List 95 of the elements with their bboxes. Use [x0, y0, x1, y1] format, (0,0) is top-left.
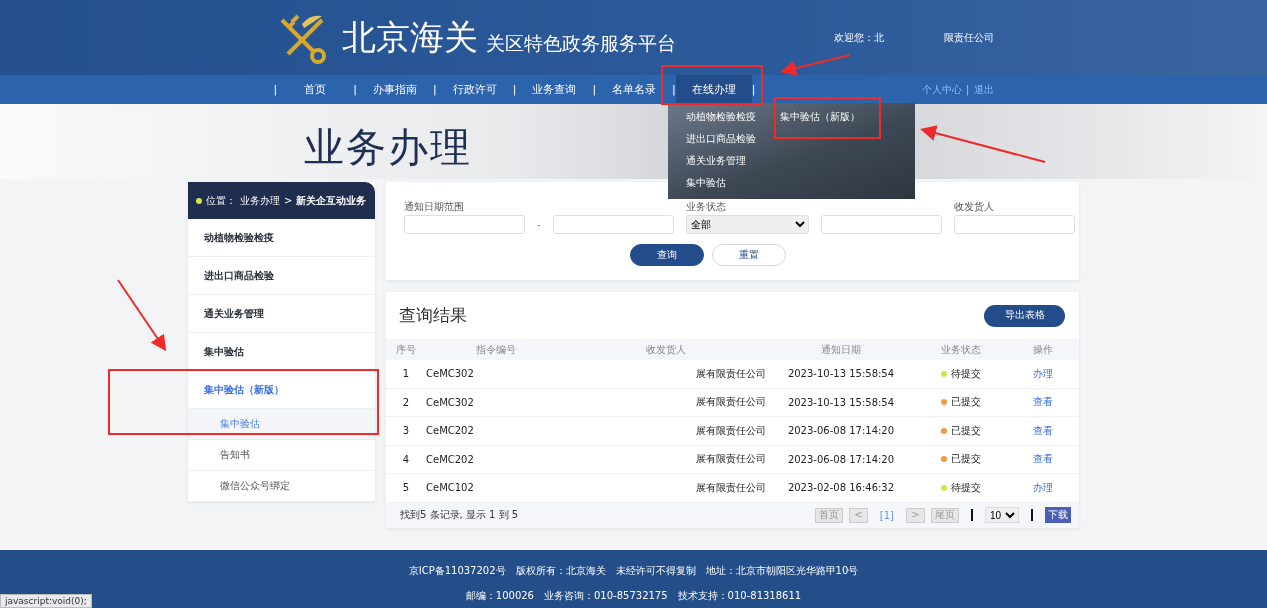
table-cell: 3: [386, 417, 426, 446]
nav-item[interactable]: 名单名录: [596, 75, 673, 104]
breadcrumb-link[interactable]: 业务办理: [240, 193, 280, 208]
consignee-field[interactable]: [953, 215, 1075, 234]
annotation-arrow: [780, 54, 851, 76]
record-summary: 找到5 条记录, 显示 1 到 5: [400, 508, 519, 522]
site-name: 北京海关: [341, 15, 478, 59]
page-size-select[interactable]: 10: [985, 507, 1019, 523]
download-button[interactable]: 下载: [1045, 507, 1071, 523]
nav-separator: |: [432, 82, 437, 98]
search-button[interactable]: 查询: [629, 244, 704, 266]
field-label: 业务状态: [685, 200, 727, 213]
column-header: 指令编号: [426, 339, 566, 360]
nav-item[interactable]: 行政许可: [436, 75, 513, 104]
table-cell: 2023-10-13 15:58:54: [766, 388, 916, 417]
column-header: 收发货人: [566, 339, 766, 360]
breadcrumb-separator: >: [284, 195, 293, 206]
reset-button[interactable]: 重置: [711, 244, 786, 266]
footer-text: 京ICP备11037202号 版权所有：北京海关 未经许可不得复制 地址：北京市朝阳区光华路甲10号: [408, 563, 859, 578]
results-title: 查询结果: [399, 304, 467, 327]
menu-item[interactable]: 集中验估: [686, 172, 756, 194]
nav-separator: |: [512, 82, 517, 98]
table-cell: 4: [386, 445, 426, 474]
sidebar-subitem[interactable]: 微信公众号绑定: [188, 471, 375, 502]
input-field[interactable]: [820, 215, 942, 234]
table-cell: 展有限责任公司: [566, 417, 766, 446]
nav-separator: |: [273, 82, 278, 98]
column-header: 业务状态: [916, 339, 1006, 360]
column-header: 操作: [1006, 339, 1079, 360]
column-header: 序号: [386, 339, 426, 360]
table-cell: 2023-02-08 16:46:32: [766, 474, 916, 503]
browser-status-text: javascript:void(0);: [0, 594, 92, 608]
table-cell: 2023-06-08 17:14:20: [766, 445, 916, 474]
nav-separator: |: [672, 82, 676, 98]
status-text: 已提交: [951, 395, 981, 410]
action-link[interactable]: 查看: [1032, 395, 1053, 410]
nav-separator: |: [592, 82, 597, 98]
table-cell: CeMC102: [426, 474, 566, 503]
table-cell: 2: [386, 388, 426, 417]
range-dash: -: [537, 218, 541, 230]
menu-item[interactable]: 动植物检验检疫: [686, 106, 756, 128]
sidebar-item[interactable]: 进出口商品检验: [188, 257, 375, 295]
table-cell: 展有限责任公司: [566, 360, 766, 389]
hero-title: 业务办理: [303, 123, 472, 172]
sidebar-item[interactable]: 动植物检验检疫: [188, 219, 375, 257]
status-select[interactable]: 全部: [685, 215, 809, 234]
nav-item[interactable]: 业务查询: [516, 75, 593, 104]
table-cell: 展有限责任公司: [566, 445, 766, 474]
table-cell: 2023-06-08 17:14:20: [766, 417, 916, 446]
sidebar-subitem[interactable]: 集中验估: [188, 409, 375, 440]
nav-separator: |: [751, 82, 756, 98]
action-link[interactable]: 办理: [1032, 366, 1053, 381]
action-link[interactable]: 办理: [1032, 480, 1053, 495]
nav-separator: |: [353, 82, 357, 98]
status-text: 已提交: [951, 452, 981, 467]
table-cell: CeMC202: [426, 445, 566, 474]
table-cell: 展有限责任公司: [566, 388, 766, 417]
table-cell: 5: [386, 474, 426, 503]
link-separator: |: [965, 83, 970, 96]
table-cell: 1: [386, 360, 426, 389]
sidebar-item[interactable]: 集中验估: [188, 333, 375, 371]
menu-item[interactable]: 通关业务管理: [686, 150, 756, 172]
table-cell: 2023-10-13 15:58:54: [766, 360, 916, 389]
nav-item[interactable]: 首页: [277, 75, 354, 104]
page-link[interactable]: [1]: [879, 509, 894, 521]
user-link[interactable]: 退出: [973, 82, 994, 97]
footer-text: 邮编：100026 业务咨询：010-85732175 技术支持：010-81318611: [465, 588, 802, 603]
sidebar-item[interactable]: 通关业务管理: [188, 295, 375, 333]
user-link[interactable]: 个人中心: [921, 82, 962, 97]
breadcrumb-current: 新关企互动业务: [296, 193, 367, 208]
status-text: 待提交: [951, 366, 981, 381]
nav-item[interactable]: 办事指南: [356, 75, 433, 104]
action-link[interactable]: 查看: [1032, 452, 1053, 467]
date-end-field[interactable]: [552, 215, 674, 234]
table-cell: CeMC302: [426, 360, 566, 389]
welcome-text: 欢迎您：北: [833, 30, 884, 45]
status-text: 待提交: [951, 480, 981, 495]
bullet-icon: [196, 197, 202, 204]
site-subtitle: 关区特色政务服务平台: [485, 30, 676, 56]
field-label: 通知日期范围: [404, 200, 465, 213]
column-header: 通知日期: [766, 339, 916, 360]
table-cell: 展有限责任公司: [566, 474, 766, 503]
menu-item[interactable]: 进出口商品检验: [686, 128, 756, 150]
field-label: 收发货人: [953, 200, 995, 213]
action-link[interactable]: 查看: [1032, 423, 1053, 438]
date-start-field[interactable]: [404, 215, 525, 234]
table-cell: CeMC202: [426, 417, 566, 446]
sidebar-subitem[interactable]: 告知书: [188, 440, 375, 471]
status-text: 已提交: [951, 423, 981, 438]
nav-item[interactable]: 在线办理: [675, 75, 752, 104]
menu-item[interactable]: 集中验估（新版）: [780, 106, 860, 128]
company-name: 限责任公司: [943, 30, 994, 45]
export-button[interactable]: 导出表格: [984, 304, 1065, 327]
location-label: 位置：: [206, 193, 236, 208]
table-cell: CeMC302: [426, 388, 566, 417]
